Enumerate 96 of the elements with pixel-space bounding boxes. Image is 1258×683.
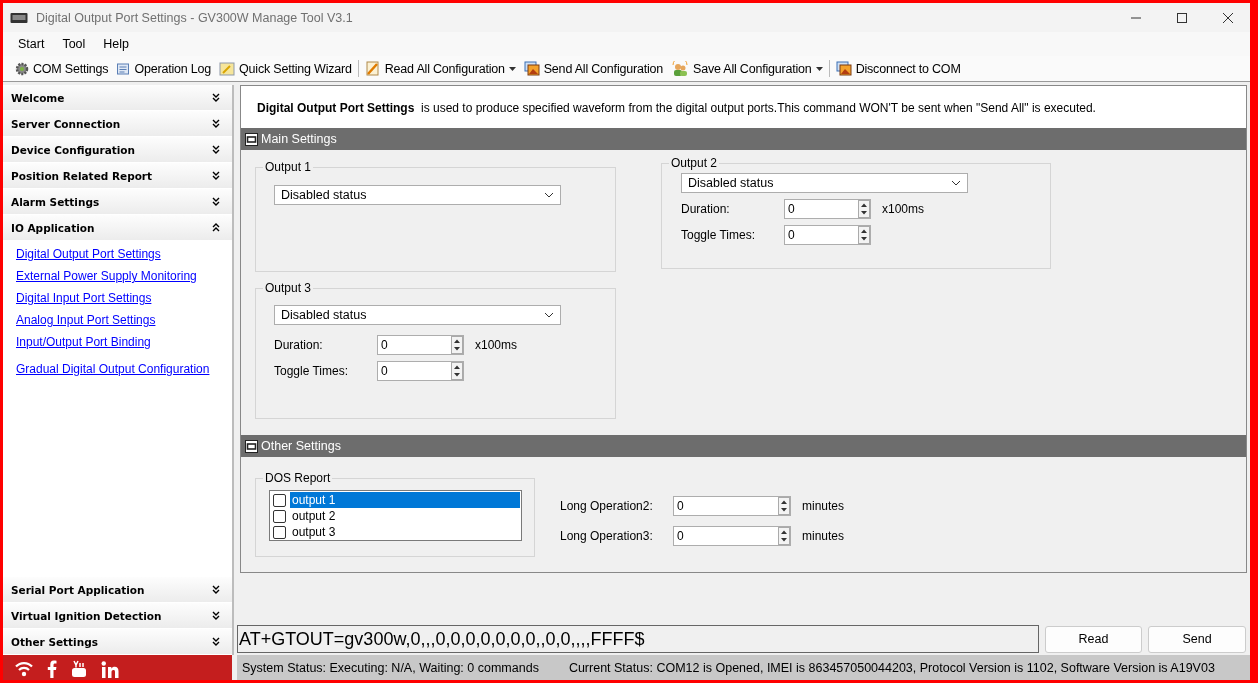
list-item[interactable]: output 1 (290, 492, 520, 508)
linkedin-icon[interactable] (101, 660, 119, 678)
section-title: Other Settings (261, 439, 341, 453)
maximize-icon[interactable] (1176, 11, 1188, 24)
number-field[interactable]: 0 (784, 199, 871, 219)
toolbar-button[interactable]: Operation Log (112, 61, 216, 76)
chevron-up-icon (212, 223, 220, 232)
command-field[interactable]: AT+GTOUT=gv300w,0,,,0,0,0,0,0,0,0,,0,0,,,,FFFF$ (237, 625, 1039, 653)
section-title: Main Settings (261, 132, 337, 146)
wizard-icon (219, 61, 236, 76)
wifi-icon[interactable] (15, 661, 33, 677)
youtube-icon[interactable] (71, 660, 87, 678)
sidebar-link[interactable]: External Power Supply Monitoring (16, 269, 197, 283)
chevron-down-icon (212, 637, 220, 646)
sidebar-section[interactable]: Device Configuration (3, 137, 232, 163)
caret-icon (815, 66, 823, 71)
unit-label: x100ms (882, 202, 925, 216)
unit-label: x100ms (475, 338, 518, 352)
users-icon (671, 60, 690, 77)
group-title: Output 3 (263, 281, 314, 295)
facebook-icon[interactable] (47, 660, 57, 678)
app-icon (10, 11, 28, 24)
sidebar-section[interactable]: Position Related Report (3, 163, 232, 189)
toolbar-button[interactable]: Quick Setting Wizard (215, 61, 356, 76)
field-label: Toggle Times: (274, 364, 350, 378)
number-field[interactable]: 0 (377, 335, 464, 355)
spinner-arrows-icon (778, 527, 790, 545)
mode-dropdown[interactable]: Disabled status (681, 173, 968, 193)
chevron-down-icon (212, 197, 220, 206)
toolbar-button[interactable]: Save All Configuration (667, 60, 827, 77)
unit-label: minutes (802, 499, 845, 513)
toolbar-button[interactable]: COM Settings (11, 61, 113, 76)
pencil-icon (364, 61, 381, 76)
group-title: DOS Report (263, 471, 333, 485)
close-icon[interactable] (1222, 11, 1234, 24)
sidebar-section[interactable]: Other Settings (3, 629, 232, 655)
collapse-icon[interactable] (245, 132, 258, 146)
menu-item[interactable]: Start (9, 37, 54, 51)
menu-item[interactable]: Tool (53, 37, 95, 51)
number-field[interactable]: 0 (673, 526, 791, 546)
chevron-down-icon (212, 611, 220, 620)
list-item[interactable]: output 2 (290, 508, 520, 524)
document-icon (116, 61, 131, 76)
gear-icon (15, 61, 29, 76)
field-label: Duration: (274, 338, 324, 352)
spinner-arrows-icon (778, 497, 790, 515)
unit-label: minutes (802, 529, 845, 543)
toolbar-button[interactable]: Send All Configuration (519, 61, 668, 76)
chevron-down-icon (212, 585, 220, 594)
checkbox[interactable] (273, 525, 286, 539)
number-field[interactable]: 0 (673, 496, 791, 516)
sidebar-link[interactable]: Gradual Digital Output Configuration (16, 362, 210, 376)
picture-icon (523, 61, 540, 76)
description-text: Digital Output Port Settings is used to produce specified waveform from the digital output ports.This command WON'T be sent when "Send All" is executed. (241, 86, 1246, 128)
chevron-down-icon (212, 145, 220, 154)
status-text: Current Status: COM12 is Opened, IMEI is 863457050044203, Protocol Version is 1102, Software Version is A19V03 (568, 660, 1215, 675)
spinner-arrows-icon (858, 200, 870, 218)
sidebar-section[interactable]: IO Application (3, 215, 232, 241)
number-field[interactable]: 0 (377, 361, 464, 381)
spinner-arrows-icon (451, 336, 463, 354)
chevron-down-icon (212, 119, 220, 128)
sidebar-section[interactable]: Welcome (3, 85, 232, 111)
spinner-arrows-icon (858, 226, 870, 244)
list-item[interactable]: output 3 (290, 524, 520, 540)
sidebar-link[interactable]: Input/Output Port Binding (16, 335, 151, 349)
status-text: System Status: Executing: N/A, Waiting: 0 commands (242, 660, 539, 675)
sidebar-link[interactable]: Digital Output Port Settings (16, 247, 161, 261)
field-label: Long Operation2: (560, 499, 654, 513)
mode-dropdown[interactable]: Disabled status (274, 305, 561, 325)
field-label: Long Operation3: (560, 529, 654, 543)
sidebar-section[interactable]: Virtual Ignition Detection (3, 603, 232, 629)
sidebar-section[interactable]: Serial Port Application (3, 577, 232, 603)
command-button[interactable]: Send (1148, 625, 1246, 653)
window-title: Digital Output Port Settings - GV300W Manage Tool V3.1 (36, 10, 353, 25)
menu-item[interactable]: Help (94, 37, 139, 51)
number-field[interactable]: 0 (784, 225, 871, 245)
sidebar-link[interactable]: Analog Input Port Settings (16, 313, 156, 327)
toolbar-button[interactable]: Disconnect to COM (831, 61, 965, 76)
collapse-icon[interactable] (245, 439, 258, 453)
chevron-down-icon (212, 171, 220, 180)
caret-icon (508, 66, 516, 71)
sidebar-section[interactable]: Alarm Settings (3, 189, 232, 215)
field-label: Duration: (681, 202, 731, 216)
sidebar-section[interactable]: Server Connection (3, 111, 232, 137)
sidebar-link[interactable]: Digital Input Port Settings (16, 291, 152, 305)
command-button[interactable]: Read (1045, 625, 1142, 653)
toolbar-button[interactable]: Read All Configuration (360, 61, 520, 76)
checkbox[interactable] (273, 493, 286, 507)
mode-dropdown[interactable]: Disabled status (274, 185, 561, 205)
group-title: Output 1 (263, 160, 314, 174)
picture-icon (835, 61, 852, 76)
group-title: Output 2 (669, 156, 720, 170)
checkbox[interactable] (273, 509, 286, 523)
chevron-down-icon (212, 93, 220, 102)
spinner-arrows-icon (451, 362, 463, 380)
field-label: Toggle Times: (681, 228, 757, 242)
